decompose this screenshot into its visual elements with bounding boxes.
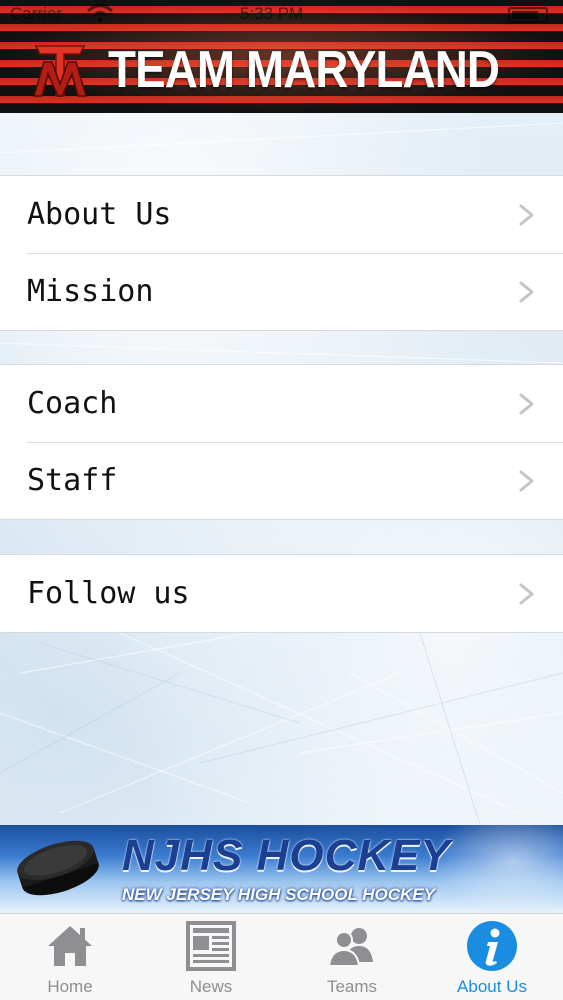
tab-label: Home <box>47 977 93 996</box>
battery-icon <box>508 7 548 23</box>
menu-item-label: Mission <box>27 274 154 309</box>
app-title: TEAM MARYLAND <box>108 41 500 99</box>
hockey-puck-icon <box>14 836 102 904</box>
wifi-icon <box>86 2 114 29</box>
chevron-right-icon <box>519 583 534 605</box>
menu-group-about: About Us Mission <box>0 175 563 331</box>
menu-item-about-us[interactable]: About Us <box>0 176 563 253</box>
menu-group-social: Follow us <box>0 554 563 633</box>
banner-subtitle: NEW JERSEY HIGH SCHOOL HOCKEY <box>122 885 435 904</box>
app-header: Carrier 5:33 PM TEAM MARYLAND <box>0 0 563 113</box>
home-icon <box>48 926 92 966</box>
team-maryland-logo-icon <box>32 44 88 102</box>
menu-item-label: About Us <box>27 197 172 232</box>
chevron-right-icon <box>519 393 534 415</box>
menu-item-mission[interactable]: Mission <box>0 253 563 330</box>
news-icon <box>186 921 236 971</box>
menu-item-label: Coach <box>27 386 118 421</box>
tab-label: About Us <box>457 977 527 996</box>
teams-icon <box>327 928 373 967</box>
tab-bar: Home News Teams About Us <box>0 913 563 1000</box>
status-time: 5:33 PM <box>240 4 304 23</box>
tab-label: Teams <box>326 977 378 996</box>
chevron-right-icon <box>519 204 534 226</box>
menu-item-label: Follow us <box>27 576 190 611</box>
info-icon <box>467 921 517 971</box>
menu-item-staff[interactable]: Staff <box>0 442 563 519</box>
carrier-label: Carrier <box>10 4 62 23</box>
tab-about-us[interactable]: About Us <box>422 914 562 1000</box>
menu-item-coach[interactable]: Coach <box>0 365 563 442</box>
menu-item-label: Staff <box>27 463 118 498</box>
chevron-right-icon <box>519 281 534 303</box>
chevron-right-icon <box>519 470 534 492</box>
tab-news[interactable]: News <box>141 914 281 1000</box>
tab-home[interactable]: Home <box>0 914 140 1000</box>
status-bar: Carrier 5:33 PM <box>0 0 563 30</box>
banner-title: NJHS HOCKEY <box>122 831 451 880</box>
tab-label: News <box>189 977 233 996</box>
menu-group-people: Coach Staff <box>0 364 563 520</box>
menu-item-follow-us[interactable]: Follow us <box>0 555 563 632</box>
tab-teams[interactable]: Teams <box>282 914 422 1000</box>
